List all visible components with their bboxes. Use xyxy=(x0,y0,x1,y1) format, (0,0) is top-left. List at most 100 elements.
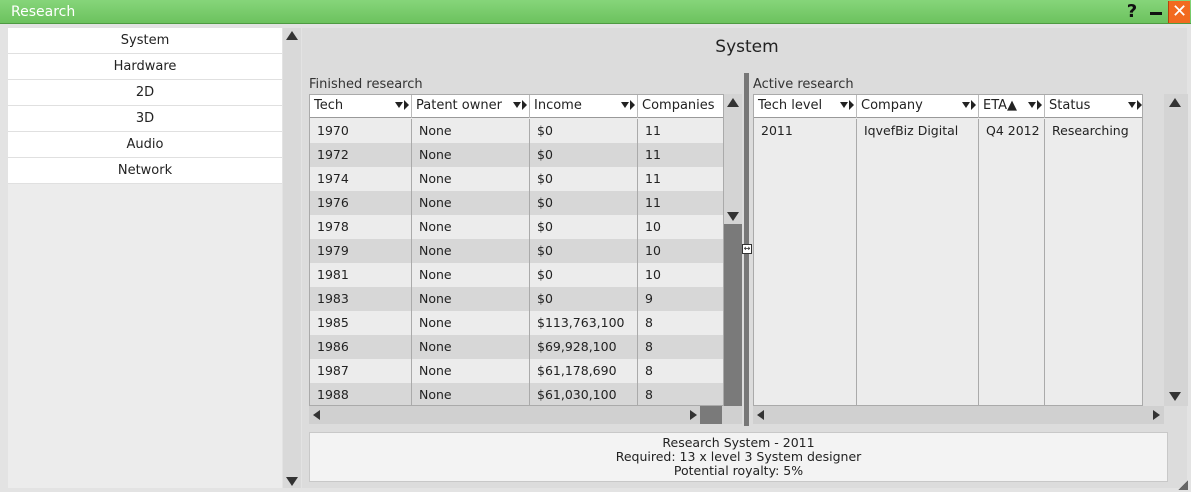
table-cell: $0 xyxy=(530,263,638,287)
table-cell: 11 xyxy=(645,147,661,162)
table-row[interactable]: 1976 None $0 11 xyxy=(310,191,723,215)
category-item-hardware[interactable]: Hardware xyxy=(8,54,282,80)
finished-horizontal-scrollbar[interactable] xyxy=(309,406,742,424)
table-cell: None xyxy=(412,287,530,311)
table-cell: None xyxy=(412,119,530,143)
column-header-income[interactable]: Income xyxy=(530,95,638,118)
table-row[interactable]: 1974 None $0 11 xyxy=(310,167,723,191)
table-cell: 10 xyxy=(645,243,661,258)
column-header-eta[interactable]: ETA▲ xyxy=(979,95,1045,118)
table-cell: 1979 xyxy=(310,239,412,263)
table-cell: $0 xyxy=(530,143,638,167)
active-research-label: Active research xyxy=(753,77,854,92)
table-cell: $0 xyxy=(530,167,638,191)
scroll-up-icon[interactable] xyxy=(1169,98,1181,107)
table-row[interactable]: 1981 None $0 10 xyxy=(310,263,723,287)
sort-filter-icon[interactable] xyxy=(621,100,635,112)
table-row[interactable]: 1986 None $69,928,100 8 xyxy=(310,335,723,359)
sort-filter-icon[interactable] xyxy=(962,100,976,112)
info-research-title: Research System - 2011 xyxy=(662,435,815,450)
title-bar[interactable]: Research ? ✕ xyxy=(0,0,1191,24)
table-row[interactable]: 1979 None $0 10 xyxy=(310,239,723,263)
category-item-3d[interactable]: 3D xyxy=(8,106,282,132)
scroll-up-icon[interactable] xyxy=(286,31,298,40)
table-row[interactable]: 1972 None $0 11 xyxy=(310,143,723,167)
active-vertical-scrollbar[interactable] xyxy=(1164,94,1188,406)
table-cell: 11 xyxy=(645,195,661,210)
scroll-up-icon[interactable] xyxy=(727,98,739,107)
help-button[interactable]: ? xyxy=(1122,1,1142,23)
scroll-down-icon[interactable] xyxy=(1169,392,1181,401)
scroll-left-icon[interactable] xyxy=(757,410,764,420)
category-list-scrollbar[interactable] xyxy=(283,28,301,488)
table-cell: 1976 xyxy=(310,191,412,215)
scroll-down-icon[interactable] xyxy=(727,212,739,221)
table-cell: 10 xyxy=(645,219,661,234)
table-row[interactable]: 1988 None $61,030,100 8 xyxy=(310,383,723,405)
table-cell: None xyxy=(412,263,530,287)
category-item-network[interactable]: Network xyxy=(8,158,282,184)
table-cell: $0 xyxy=(530,239,638,263)
table-cell: $61,178,690 xyxy=(530,359,638,383)
category-item-system[interactable]: System xyxy=(8,28,282,54)
sort-filter-icon[interactable] xyxy=(1128,100,1142,112)
table-cell: 1988 xyxy=(310,383,412,405)
table-cell: $0 xyxy=(530,215,638,239)
table-cell: None xyxy=(412,335,530,359)
column-header-status[interactable]: Status xyxy=(1045,95,1142,118)
table-cell: $0 xyxy=(530,119,638,143)
close-icon: ✕ xyxy=(1171,1,1188,22)
table-row[interactable]: 1983 None $0 9 xyxy=(310,287,723,311)
scroll-right-icon[interactable] xyxy=(1153,410,1160,420)
table-cell: $0 xyxy=(530,287,638,311)
finished-vertical-scrollbar[interactable] xyxy=(724,94,742,406)
table-row[interactable]: 1985 None $113,763,100 8 xyxy=(310,311,723,335)
table-cell: 9 xyxy=(645,291,653,306)
table-header: Tech Patent owner Income Companies xyxy=(310,95,723,118)
finished-research-label: Finished research xyxy=(309,77,423,92)
minimize-button[interactable] xyxy=(1146,1,1166,23)
table-cell: $61,030,100 xyxy=(530,383,638,405)
column-header-company[interactable]: Company xyxy=(857,95,979,118)
active-research-rows: 2011 IqvefBiz Digital Q4 2012 Researching xyxy=(754,119,1142,143)
table-cell: IqvefBiz Digital xyxy=(857,119,979,143)
window-title: Research xyxy=(11,4,76,20)
category-item-audio[interactable]: Audio xyxy=(8,132,282,158)
sort-filter-icon[interactable] xyxy=(840,100,854,112)
table-row[interactable]: 1970 None $0 11 xyxy=(310,119,723,143)
column-header-patent-owner[interactable]: Patent owner xyxy=(412,95,530,118)
close-button[interactable]: ✕ xyxy=(1168,1,1190,23)
table-row[interactable]: 2011 IqvefBiz Digital Q4 2012 Researching xyxy=(754,119,1142,143)
sort-filter-icon[interactable] xyxy=(1028,100,1042,112)
scroll-right-icon[interactable] xyxy=(690,410,697,420)
table-cell: None xyxy=(412,239,530,263)
splitter-handle-icon[interactable]: ↔ xyxy=(742,244,752,254)
table-cell: None xyxy=(412,383,530,405)
table-row[interactable]: 1978 None $0 10 xyxy=(310,215,723,239)
category-item-2d[interactable]: 2D xyxy=(8,80,282,106)
scroll-left-icon[interactable] xyxy=(313,410,320,420)
scrollbar-thumb[interactable] xyxy=(700,406,722,424)
column-header-tech[interactable]: Tech xyxy=(310,95,412,118)
table-header: Tech level Company ETA▲ Status xyxy=(754,95,1142,118)
table-cell: 1983 xyxy=(310,287,412,311)
info-royalty: Potential royalty: 5% xyxy=(673,463,804,478)
sort-filter-icon[interactable] xyxy=(513,100,527,112)
table-cell: 1970 xyxy=(310,119,412,143)
table-cell: 8 xyxy=(645,315,653,330)
resize-grip-icon[interactable] xyxy=(1178,480,1188,490)
column-header-tech-level[interactable]: Tech level xyxy=(754,95,857,118)
active-horizontal-scrollbar[interactable] xyxy=(753,406,1164,424)
table-cell: 1987 xyxy=(310,359,412,383)
scrollbar-thumb[interactable] xyxy=(724,224,742,406)
column-header-companies[interactable]: Companies xyxy=(638,95,723,118)
table-cell: $0 xyxy=(530,191,638,215)
table-cell: None xyxy=(412,167,530,191)
sort-filter-icon[interactable] xyxy=(395,100,409,112)
table-cell: 8 xyxy=(645,387,653,402)
scroll-down-icon[interactable] xyxy=(286,477,298,486)
research-window: Research ? ✕ System Hardware 2D 3D Audio… xyxy=(0,0,1191,492)
table-row[interactable]: 1987 None $61,178,690 8 xyxy=(310,359,723,383)
info-required: Required: 13 x level 3 System designer xyxy=(615,449,862,464)
table-cell: $113,763,100 xyxy=(530,311,638,335)
